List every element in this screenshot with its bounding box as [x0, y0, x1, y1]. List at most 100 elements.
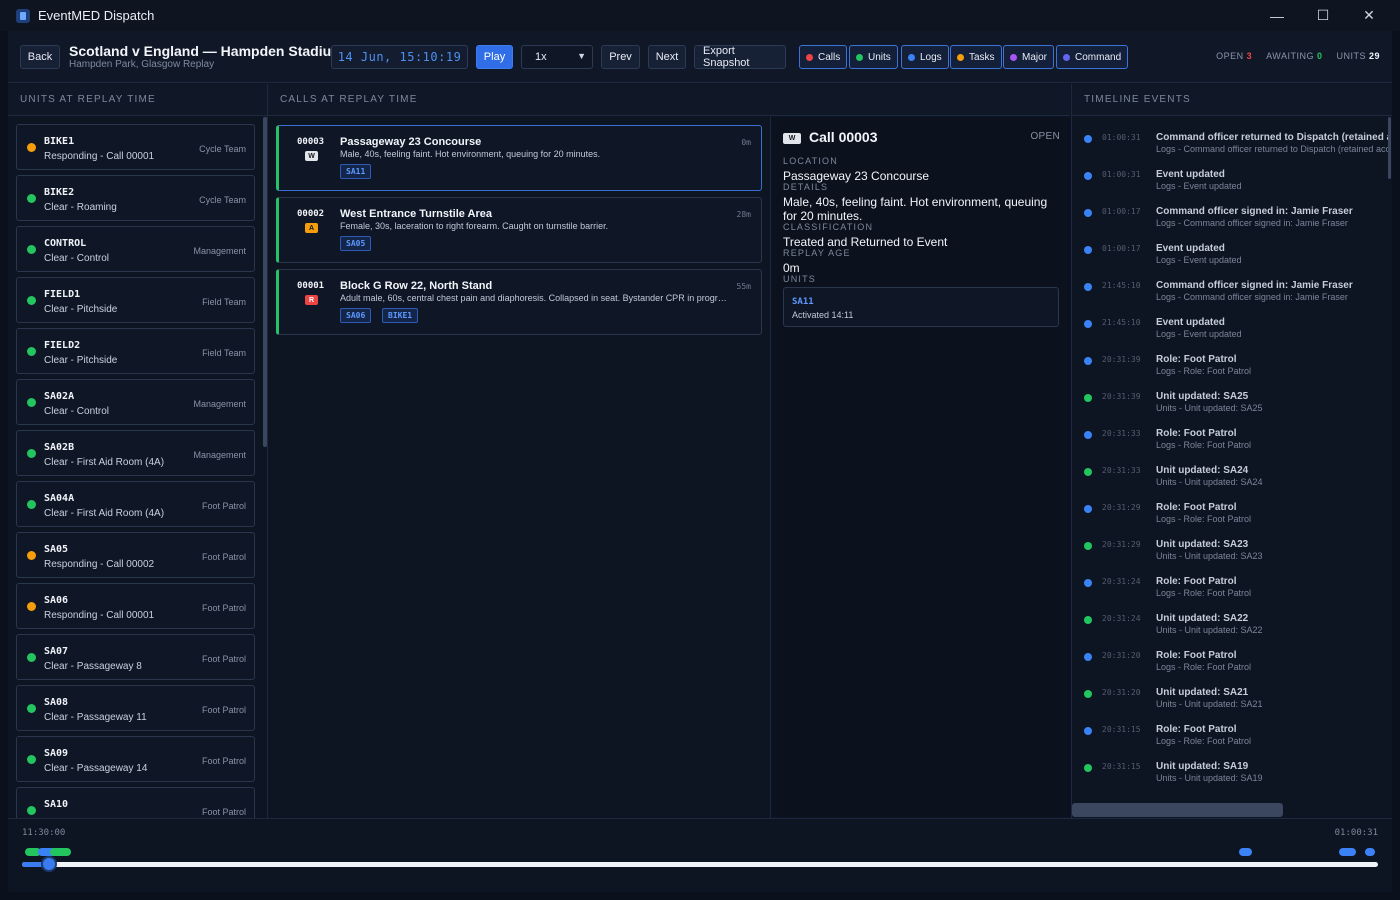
event-subtitle: Logs - Event updated [1156, 329, 1242, 339]
scrubber-end-time: 01:00:31 [1334, 828, 1378, 838]
event-title: Role: Foot Patrol [1156, 576, 1237, 587]
timeline-event[interactable]: 20:31:24 Role: Foot Patrol Logs - Role: Fo… [1080, 576, 1392, 606]
timeline-event[interactable]: 20:31:33 Unit updated: SA24 Units - Unit u… [1080, 465, 1392, 495]
filter-calls[interactable]: Calls [799, 45, 848, 69]
unit-card[interactable]: FIELD2 Clear - Pitchside Field Team [16, 328, 255, 374]
status-counters: OPEN 3 AWAITING 0 UNITS 29 [1216, 51, 1380, 61]
timeline-event[interactable]: 20:31:39 Role: Foot Patrol Logs - Role: Fo… [1080, 354, 1392, 384]
unit-name: SA02A [44, 391, 75, 402]
details-value: Male, 40s, feeling faint. Hot environmen… [783, 195, 1048, 223]
timeline-marker[interactable] [1365, 848, 1375, 856]
export-snapshot-button[interactable]: Export Snapshot [694, 45, 786, 69]
unit-card[interactable]: SA02B Clear - First Aid Room (4A) Manageme… [16, 430, 255, 476]
unit-card[interactable]: SA08 Clear - Passageway 11 Foot Patrol [16, 685, 255, 731]
event-time: 20:31:24 [1102, 614, 1141, 623]
timeline-marker[interactable] [1339, 848, 1356, 856]
replay-age-value: 0m [783, 261, 800, 275]
timeline-event[interactable]: 20:31:39 Unit updated: SA25 Units - Unit u… [1080, 391, 1392, 421]
status-dot-icon [27, 449, 36, 458]
next-button[interactable]: Next [648, 45, 686, 69]
replay-clock[interactable]: 14 Jun, 15:10:19 [331, 45, 468, 69]
timeline-marker[interactable] [50, 848, 71, 856]
event-time: 20:31:39 [1102, 355, 1141, 364]
speed-select[interactable]: 1x ▼ [521, 45, 593, 69]
event-title: Event updated [1156, 243, 1225, 254]
timeline-panel-heading: TIMELINE EVENTS [1072, 84, 1392, 116]
timeline-event[interactable]: 01:00:17 Event updated Logs - Event update… [1080, 243, 1392, 273]
event-dot-icon [1084, 246, 1092, 254]
call-age: 0m [741, 138, 751, 147]
unit-role: Foot Patrol [201, 807, 246, 817]
call-card[interactable]: 00001 R Block G Row 22, North Stand Adult m… [276, 269, 762, 335]
timeline-scrollbar[interactable] [1388, 117, 1391, 179]
status-dot-icon [27, 653, 36, 662]
play-button[interactable]: Play [476, 45, 513, 69]
call-title: West Entrance Turnstile Area [340, 208, 493, 220]
call-card[interactable]: 00003 W Passageway 23 Concourse Male, 40s, … [276, 125, 762, 191]
call-card[interactable]: 00002 A West Entrance Turnstile Area Female… [276, 197, 762, 263]
event-subtitle: Units - Unit updated: SA22 [1156, 625, 1263, 635]
back-button[interactable]: Back [20, 45, 60, 69]
timeline-event[interactable]: 21:45:10 Event updated Logs - Event update… [1080, 317, 1392, 347]
unit-card[interactable]: BIKE1 Responding - Call 00001 Cycle Team [16, 124, 255, 170]
timeline-event[interactable]: 01:00:17 Command officer signed in: Jamie… [1080, 206, 1392, 236]
scrubber-handle[interactable] [41, 856, 58, 872]
unit-card[interactable]: BIKE2 Clear - Roaming Cycle Team [16, 175, 255, 221]
unit-chip[interactable]: BIKE1 [382, 308, 419, 323]
assigned-unit-activated: Activated 14:11 [792, 310, 854, 320]
status-dot-icon [27, 398, 36, 407]
timeline-event[interactable]: 21:45:10 Command officer signed in: Jamie… [1080, 280, 1392, 310]
timeline-event[interactable]: 20:31:15 Unit updated: SA19 Units - Unit u… [1080, 761, 1392, 791]
filter-tasks[interactable]: Tasks [950, 45, 1002, 69]
filter-major[interactable]: Major [1003, 45, 1055, 69]
unit-role: Foot Patrol [201, 705, 246, 715]
divider [267, 84, 268, 818]
status-dot-icon [27, 551, 36, 560]
minimize-button[interactable]: — [1254, 0, 1300, 31]
timeline-event[interactable]: 20:31:29 Unit updated: SA23 Units - Unit u… [1080, 539, 1392, 569]
window-title: EventMED Dispatch [38, 8, 155, 23]
timeline-event[interactable]: 20:31:33 Role: Foot Patrol Logs - Role: Fo… [1080, 428, 1392, 458]
unit-status: Responding - Call 00001 [44, 610, 155, 621]
unit-card[interactable]: SA04A Clear - First Aid Room (4A) Foot Pat… [16, 481, 255, 527]
event-title: Unit updated: SA23 [1156, 539, 1249, 550]
filter-logs[interactable]: Logs [901, 45, 949, 69]
event-time: 20:31:15 [1102, 762, 1141, 771]
unit-chip[interactable]: SA11 [340, 164, 372, 179]
unit-card[interactable]: SA06 Responding - Call 00001 Foot Patrol [16, 583, 255, 629]
app-frame: Back Scotland v England — Hampden Stadiu… [8, 31, 1392, 892]
classification-label: CLASSIFICATION [783, 222, 874, 232]
close-button[interactable]: ✕ [1346, 0, 1392, 31]
unit-chip[interactable]: SA05 [340, 236, 372, 251]
filter-units[interactable]: Units [849, 45, 898, 69]
unit-card[interactable]: FIELD1 Clear - Pitchside Field Team [16, 277, 255, 323]
timeline-event[interactable]: 20:31:20 Role: Foot Patrol Logs - Role: Fo… [1080, 650, 1392, 680]
timeline-event[interactable]: 20:31:24 Unit updated: SA22 Units - Unit u… [1080, 613, 1392, 643]
filter-command[interactable]: Command [1056, 45, 1129, 69]
call-id: 00001 [297, 281, 325, 291]
priority-tag: W [305, 151, 318, 161]
timeline-marker[interactable] [1239, 848, 1252, 856]
unit-card[interactable]: SA05 Responding - Call 00002 Foot Patrol [16, 532, 255, 578]
timeline-event[interactable]: 20:31:20 Unit updated: SA21 Units - Unit u… [1080, 687, 1392, 717]
maximize-button[interactable]: ☐ [1300, 0, 1346, 31]
call-detail-title: Call 00003 [809, 129, 878, 145]
unit-card[interactable]: SA07 Clear - Passageway 8 Foot Patrol [16, 634, 255, 680]
unit-card[interactable]: CONTROL Clear - Control Management [16, 226, 255, 272]
unit-card[interactable]: SA09 Clear - Passageway 14 Foot Patrol [16, 736, 255, 782]
event-subtitle: Units - Unit updated: SA25 [1156, 403, 1263, 413]
units-scrollbar[interactable] [263, 117, 267, 447]
unit-card[interactable]: SA02A Clear - Control Management [16, 379, 255, 425]
event-time: 20:31:15 [1102, 725, 1141, 734]
prev-button[interactable]: Prev [601, 45, 640, 69]
timeline-horizontal-scrollbar[interactable] [1072, 803, 1283, 817]
timeline-event[interactable]: 20:31:15 Role: Foot Patrol Logs - Role: Fo… [1080, 724, 1392, 754]
scrubber-track[interactable] [22, 862, 1378, 867]
timeline-event[interactable]: 01:00:31 Event updated Logs - Event update… [1080, 169, 1392, 199]
unit-name: BIKE2 [44, 187, 75, 198]
timeline-event[interactable]: 01:00:31 Command officer returned to Disp… [1080, 132, 1392, 162]
unit-card[interactable]: SA10 Foot Patrol [16, 787, 255, 818]
assigned-unit-card[interactable]: SA11 Activated 14:11 [783, 287, 1059, 327]
timeline-event[interactable]: 20:31:29 Role: Foot Patrol Logs - Role: Fo… [1080, 502, 1392, 532]
unit-chip[interactable]: SA06 [340, 308, 372, 323]
